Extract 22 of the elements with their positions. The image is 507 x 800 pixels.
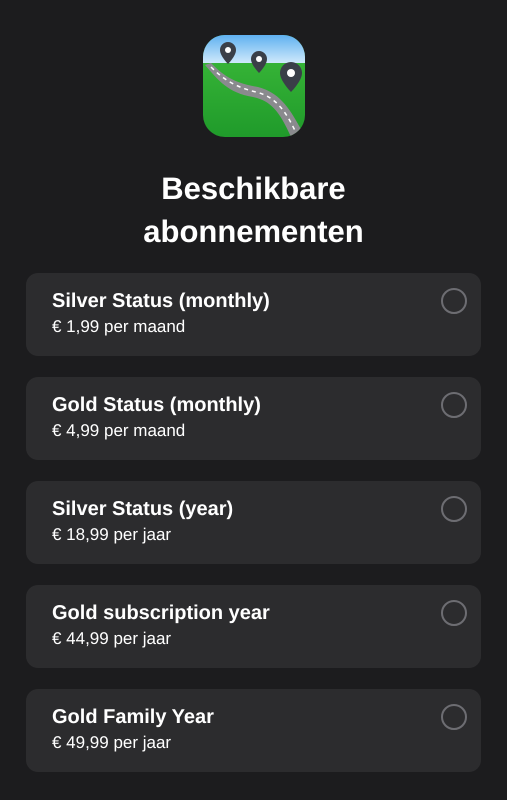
- plan-option[interactable]: Gold Family Year € 49,99 per jaar: [26, 689, 481, 772]
- plan-option[interactable]: Silver Status (year) € 18,99 per jaar: [26, 481, 481, 564]
- app-icon: [202, 35, 304, 137]
- radio-button[interactable]: [441, 288, 467, 314]
- plan-price: € 44,99 per jaar: [52, 628, 172, 650]
- plan-name: Gold Status (monthly): [52, 393, 261, 418]
- radio-button[interactable]: [441, 496, 467, 522]
- plan-option[interactable]: Silver Status (monthly) € 1,99 per maand: [26, 273, 481, 356]
- plan-name: Silver Status (monthly): [52, 289, 270, 314]
- plan-price: € 1,99 per maand: [52, 316, 186, 338]
- plan-price: € 18,99 per jaar: [52, 524, 172, 546]
- radio-button[interactable]: [441, 600, 467, 626]
- plan-option[interactable]: Gold subscription year € 44,99 per jaar: [26, 585, 481, 668]
- radio-button[interactable]: [441, 704, 467, 730]
- plan-name: Gold subscription year: [52, 601, 270, 626]
- radio-button[interactable]: [441, 392, 467, 418]
- plan-price: € 49,99 per jaar: [52, 732, 172, 754]
- page-title: Beschikbare abonnementen: [142, 170, 365, 251]
- plan-price: € 4,99 per maand: [52, 420, 186, 442]
- plan-option[interactable]: Gold Status (monthly) € 4,99 per maand: [26, 377, 481, 460]
- plan-name: Gold Family Year: [52, 705, 214, 730]
- plan-name: Silver Status (year): [52, 497, 234, 522]
